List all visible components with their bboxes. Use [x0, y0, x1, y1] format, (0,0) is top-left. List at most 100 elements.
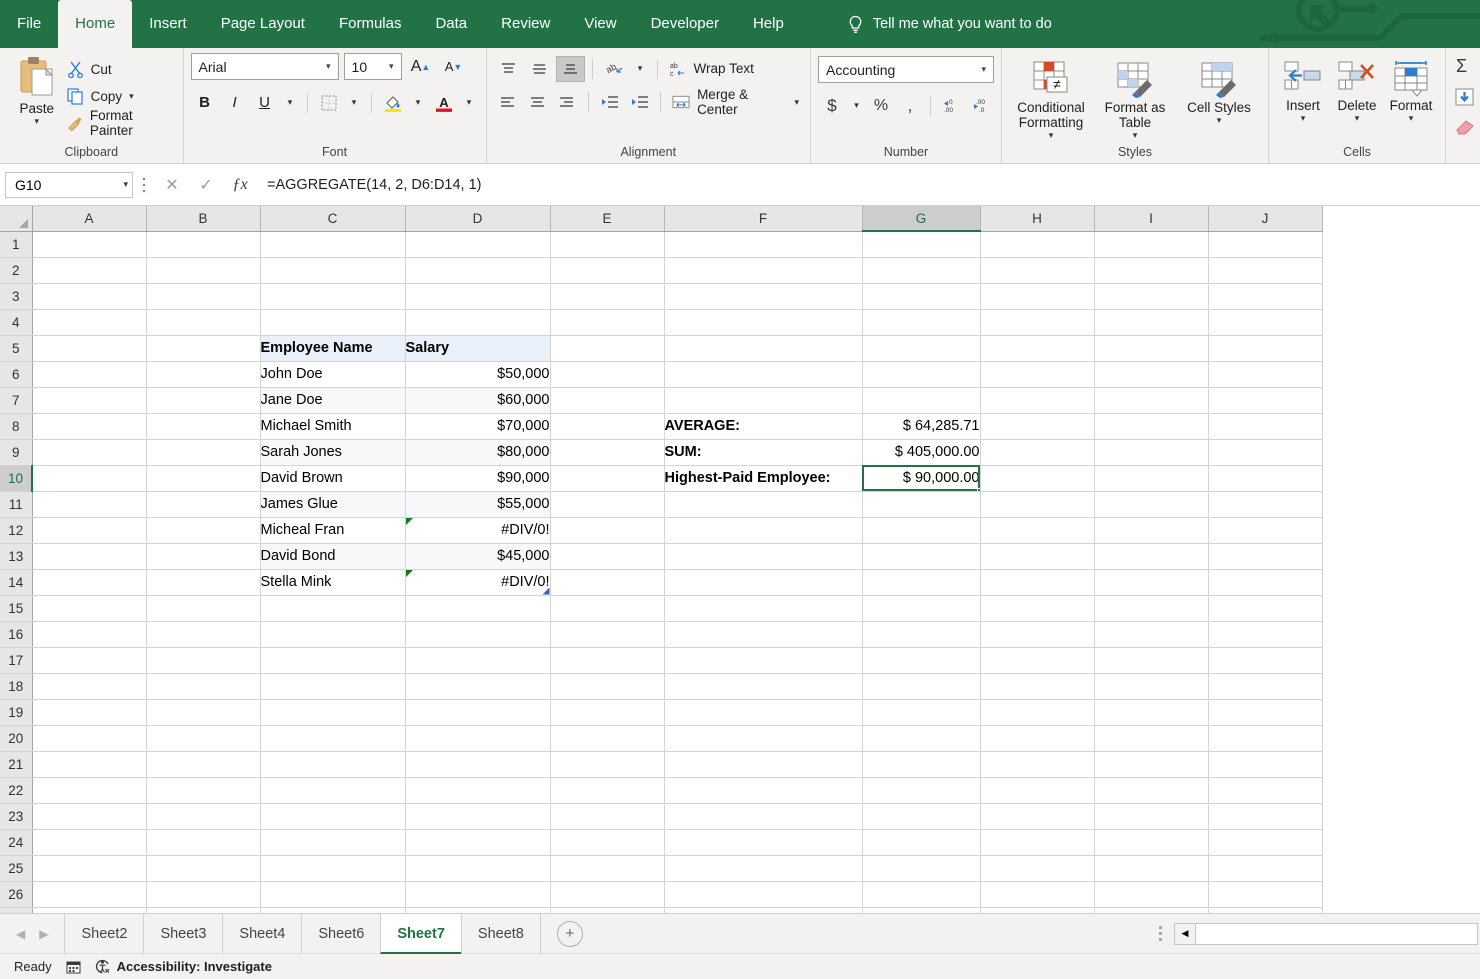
format-cells-chevron-down-icon[interactable]: ▾ — [1409, 113, 1414, 124]
align-left-button[interactable] — [494, 89, 522, 115]
increase-decimal-button[interactable]: 0 .00 — [937, 92, 965, 119]
row-header-1[interactable]: 1 — [0, 231, 33, 258]
sheet-tab-sheet6[interactable]: Sheet6 — [301, 913, 380, 954]
formula-input[interactable]: =AGGREGATE(14, 2, D6:D14, 1) — [257, 171, 1475, 198]
cell-F10[interactable]: Highest-Paid Employee: — [664, 465, 863, 492]
merge-center-button[interactable]: Merge & Center ▾ — [668, 87, 803, 117]
cell-C14[interactable]: Stella Mink — [260, 569, 406, 596]
accounting-format-button[interactable]: $ — [818, 92, 846, 119]
column-header-j[interactable]: J — [1208, 206, 1323, 232]
grow-font-button[interactable]: A ▲ — [407, 53, 435, 80]
column-header-f[interactable]: F — [664, 206, 863, 232]
row-header-13[interactable]: 13 — [0, 543, 33, 570]
font-color-button[interactable]: A — [430, 89, 458, 116]
font-family-input[interactable]: Arial ▾ — [190, 53, 339, 80]
scrollbar-resize-grip[interactable] — [1147, 926, 1174, 941]
row-header-5[interactable]: 5 — [0, 335, 33, 362]
scroll-left-button[interactable]: ◀ — [1174, 922, 1196, 945]
ribbon-tab-view[interactable]: View — [567, 0, 633, 48]
underline-chevron-down-icon[interactable]: ▾ — [281, 89, 300, 116]
merge-center-chevron-down-icon[interactable]: ▾ — [794, 97, 799, 108]
column-header-a[interactable]: A — [32, 206, 147, 232]
cell-D12[interactable]: #DIV/0! — [405, 517, 551, 544]
format-as-table-button[interactable]: Format as Table ▾ — [1093, 57, 1177, 141]
macro-record-button[interactable] — [66, 960, 81, 974]
cell-D6[interactable]: $50,000 — [405, 361, 551, 388]
cell-C5[interactable]: Employee Name — [260, 335, 406, 362]
row-header-4[interactable]: 4 — [0, 309, 33, 336]
underline-button[interactable]: U — [251, 89, 279, 116]
autosum-button[interactable]: Σ — [1454, 56, 1476, 81]
cell-G8[interactable]: $ 64,285.71 — [862, 413, 981, 440]
ribbon-tab-page-layout[interactable]: Page Layout — [204, 0, 322, 48]
row-header-12[interactable]: 12 — [0, 517, 33, 544]
cell-C9[interactable]: Sarah Jones — [260, 439, 406, 466]
cell-C7[interactable]: Jane Doe — [260, 387, 406, 414]
decrease-indent-button[interactable] — [596, 89, 624, 115]
name-box[interactable]: G10 ▾ — [5, 171, 133, 198]
column-header-g[interactable]: G — [862, 206, 981, 232]
cell-F9[interactable]: SUM: — [664, 439, 863, 466]
insert-cells-chevron-down-icon[interactable]: ▾ — [1301, 113, 1306, 124]
sheet-tab-sheet7[interactable]: Sheet7 — [380, 913, 461, 954]
accessibility-checker[interactable]: Accessibility: Investigate — [95, 959, 272, 974]
row-header-15[interactable]: 15 — [0, 595, 33, 622]
sheet-tab-sheet3[interactable]: Sheet3 — [143, 913, 222, 954]
format-painter-button[interactable]: Format Painter — [67, 108, 176, 138]
ribbon-tab-developer[interactable]: Developer — [634, 0, 736, 48]
cell-C12[interactable]: Micheal Fran — [260, 517, 406, 544]
row-header-21[interactable]: 21 — [0, 751, 33, 778]
row-header-11[interactable]: 11 — [0, 491, 33, 518]
ribbon-tab-data[interactable]: Data — [418, 0, 484, 48]
bold-button[interactable]: B — [191, 89, 219, 116]
row-header-17[interactable]: 17 — [0, 647, 33, 674]
ribbon-tab-file[interactable]: File — [0, 0, 58, 48]
delete-cells-button[interactable]: Delete ▾ — [1330, 57, 1384, 124]
fill-handle[interactable] — [976, 487, 979, 490]
cell-D5[interactable]: Salary — [405, 335, 551, 362]
cell-C13[interactable]: David Bond — [260, 543, 406, 570]
conditional-formatting-chevron-down-icon[interactable]: ▾ — [1049, 130, 1054, 141]
select-all-corner[interactable] — [0, 206, 33, 232]
percent-format-button[interactable]: % — [867, 92, 895, 119]
row-header-26[interactable]: 26 — [0, 881, 33, 908]
row-header-27[interactable]: 27 — [0, 907, 33, 913]
number-format-select[interactable]: Accounting ▾ — [818, 56, 994, 83]
column-header-c[interactable]: C — [260, 206, 406, 232]
column-header-d[interactable]: D — [405, 206, 551, 232]
column-header-e[interactable]: E — [550, 206, 665, 232]
paste-chevron-down-icon[interactable]: ▾ — [35, 116, 40, 127]
sheet-tab-sheet8[interactable]: Sheet8 — [460, 913, 541, 954]
conditional-formatting-button[interactable]: ≠ Conditional Formatting ▾ — [1009, 57, 1093, 141]
cell-C10[interactable]: David Brown — [260, 465, 406, 492]
cell-D13[interactable]: $45,000 — [405, 543, 551, 570]
row-header-8[interactable]: 8 — [0, 413, 33, 440]
orientation-button[interactable]: ab — [600, 56, 629, 82]
insert-function-button[interactable]: ƒx — [223, 172, 257, 198]
insert-cells-button[interactable]: Insert ▾ — [1276, 57, 1330, 124]
row-header-3[interactable]: 3 — [0, 283, 33, 310]
row-header-20[interactable]: 20 — [0, 725, 33, 752]
name-box-chevron-down-icon[interactable]: ▾ — [123, 179, 128, 190]
sheet-tab-sheet2[interactable]: Sheet2 — [64, 913, 143, 954]
align-middle-button[interactable] — [525, 56, 554, 82]
cut-button[interactable]: Cut — [67, 58, 176, 80]
increase-indent-button[interactable] — [625, 89, 653, 115]
cell-G9[interactable]: $ 405,000.00 — [862, 439, 981, 466]
copy-chevron-down-icon[interactable]: ▾ — [129, 91, 134, 102]
row-header-16[interactable]: 16 — [0, 621, 33, 648]
fill-color-button[interactable] — [379, 89, 407, 116]
delete-cells-chevron-down-icon[interactable]: ▾ — [1355, 113, 1360, 124]
cell-C11[interactable]: James Glue — [260, 491, 406, 518]
font-size-chevron-down-icon[interactable]: ▾ — [385, 61, 398, 72]
borders-button[interactable] — [315, 89, 343, 116]
cell-D9[interactable]: $80,000 — [405, 439, 551, 466]
sheet-tab-sheet4[interactable]: Sheet4 — [222, 913, 301, 954]
cell-C8[interactable]: Michael Smith — [260, 413, 406, 440]
tell-me-search[interactable]: Tell me what you want to do — [847, 0, 1052, 48]
cell-D7[interactable]: $60,000 — [405, 387, 551, 414]
cancel-formula-button[interactable]: ✕ — [155, 172, 189, 198]
copy-button[interactable]: Copy ▾ — [67, 85, 176, 107]
enter-formula-button[interactable]: ✓ — [189, 172, 223, 198]
accounting-chevron-down-icon[interactable]: ▾ — [847, 92, 866, 119]
